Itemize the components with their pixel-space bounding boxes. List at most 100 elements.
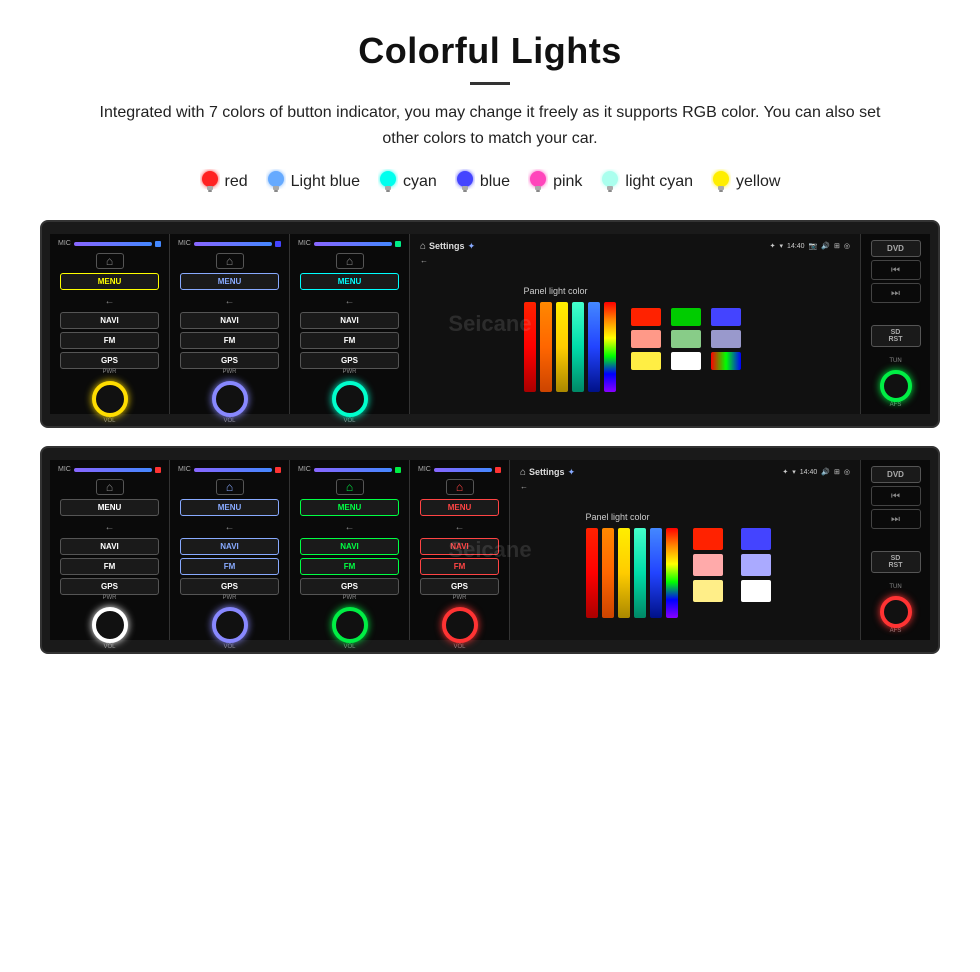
panel-light-label: Panel light color [524,286,616,296]
knob-b1[interactable] [92,607,128,643]
navi-btn-b2[interactable]: NAVI [180,538,279,555]
swatch-b5 [693,580,723,602]
bar-orange-b [602,528,614,618]
vol-label-1: VOL [92,418,128,424]
ir-bar-b3 [314,468,392,472]
vol-label-b3: VOL [332,644,368,650]
stereo-row-top: MIC ⌂ MENU ← NAVI FM GPS [50,234,930,414]
navi-btn-b1[interactable]: NAVI [60,538,159,555]
menu-btn-3[interactable]: MENU [300,273,399,290]
menu-btn-b1[interactable]: MENU [60,499,159,516]
title-section: Colorful Lights Integrated with 7 colors… [40,30,940,151]
settings-title-b: Settings [529,467,565,477]
page-container: Colorful Lights Integrated with 7 colors… [0,0,980,694]
unit-buttons-b4: MENU ← NAVI FM GPS [414,499,505,595]
bar-rainbow-b [666,528,678,618]
light-cyan-bulb-icon [600,169,620,195]
screen-icon: ⊞ [834,242,840,250]
next-btn-bottom[interactable]: ⏭ [871,509,921,529]
prev-btn-bottom[interactable]: ⏮ [871,486,921,506]
fm-btn-2[interactable]: FM [180,332,279,349]
nav-bar-top: ← [416,254,854,267]
prev-btn-top[interactable]: ⏮ [871,260,921,280]
navi-btn-b3[interactable]: NAVI [300,538,399,555]
back-arrow-b[interactable]: ← [520,482,528,491]
color-label-red: red [225,173,248,191]
menu-btn-b2[interactable]: MENU [180,499,279,516]
unit-panel-2: MIC ⌂ MENU ← NAVI FM GPS [170,234,290,414]
gps-btn-3[interactable]: GPS [300,352,399,369]
menu-btn-2[interactable]: MENU [180,273,279,290]
wifi-icon-b: ▾ [792,468,796,476]
knob-right-top[interactable] [880,370,912,402]
navi-btn-1[interactable]: NAVI [60,312,159,329]
color-item-cyan: cyan [378,169,437,195]
next-btn-top[interactable]: ⏭ [871,283,921,303]
color-label-light-cyan: light cyan [625,173,693,191]
unit-panel-1: MIC ⌂ MENU ← NAVI FM GPS [50,234,170,414]
mic-label-2: MIC [178,240,191,247]
ir-dot-b3 [395,467,401,473]
bar-yellow-b [618,528,630,618]
menu-btn-1[interactable]: MENU [60,273,159,290]
android-icon-b: ◎ [844,468,850,476]
knob-3[interactable] [332,381,368,417]
yellow-bulb-icon [711,169,731,195]
ir-dot-1 [155,241,161,247]
knob-right-bottom[interactable] [880,596,912,628]
sd-btn-top[interactable]: SDRST [871,325,921,347]
gps-btn-b1[interactable]: GPS [60,578,159,595]
pink-bulb-icon [528,169,548,195]
fm-btn-b2[interactable]: FM [180,558,279,575]
ir-bar-b4 [434,468,492,472]
color-item-red: red [200,169,248,195]
menu-btn-b3[interactable]: MENU [300,499,399,516]
menu-btn-b4[interactable]: MENU [420,499,499,516]
fm-btn-b3[interactable]: FM [300,558,399,575]
description-text: Integrated with 7 colors of button indic… [80,100,900,151]
fm-btn-b4[interactable]: FM [420,558,499,575]
sd-btn-bottom[interactable]: SDRST [871,551,921,573]
vol-label-b2: VOL [212,644,248,650]
fm-btn-3[interactable]: FM [300,332,399,349]
Light-blue-bulb-icon [266,169,286,195]
gps-btn-b2[interactable]: GPS [180,578,279,595]
right-panel-top: DVD ⏮ ⏭ SDRST TUN AFS [860,234,930,414]
knob-2[interactable] [212,381,248,417]
swatch-6 [711,330,741,348]
stereo-section-top: MIC ⌂ MENU ← NAVI FM GPS [40,220,940,654]
knob-b2[interactable] [212,607,248,643]
mic-bar-2: MIC [174,240,285,247]
bar-blue [588,302,600,392]
navi-btn-b4[interactable]: NAVI [420,538,499,555]
ir-bar-2 [194,242,272,246]
mic-bar-b2: MIC [174,466,285,473]
swatch-b4 [741,554,771,576]
fm-btn-b1[interactable]: FM [60,558,159,575]
right-panel-bottom: DVD ⏮ ⏭ SDRST TUN AFS [860,460,930,640]
back-arrow[interactable]: ← [420,256,428,265]
dvd-btn-top[interactable]: DVD [871,240,921,257]
unit-panel-b4: MIC ⌂ MENU ← NAVI FM GPS [410,460,510,640]
blue-bulb-icon [455,169,475,195]
color-indicators-row: redLight bluecyanbluepinklight cyanyello… [40,169,940,195]
unit-buttons-1: MENU ← NAVI FM GPS [54,273,165,369]
gps-btn-1[interactable]: GPS [60,352,159,369]
knob-1[interactable] [92,381,128,417]
color-item-light-cyan: light cyan [600,169,693,195]
status-bar-top: ⌂ Settings ✦ ✦ ▾ 14:40 📷 🔊 ⊞ ◎ [416,238,854,254]
vol-label-3: VOL [332,418,368,424]
knob-b4[interactable] [442,607,478,643]
dvd-btn-bottom[interactable]: DVD [871,466,921,483]
knob-b3[interactable] [332,607,368,643]
navi-btn-3[interactable]: NAVI [300,312,399,329]
gps-btn-b3[interactable]: GPS [300,578,399,595]
status-bar-bottom: ⌂ Settings ✦ ✦ ▾ 14:40 🔊 ⊞ ◎ [516,464,854,480]
color-swatches-top [631,308,747,370]
cyan-bulb-icon [378,169,398,195]
gps-btn-b4[interactable]: GPS [420,578,499,595]
mic-label-b1: MIC [58,466,71,473]
fm-btn-1[interactable]: FM [60,332,159,349]
navi-btn-2[interactable]: NAVI [180,312,279,329]
gps-btn-2[interactable]: GPS [180,352,279,369]
